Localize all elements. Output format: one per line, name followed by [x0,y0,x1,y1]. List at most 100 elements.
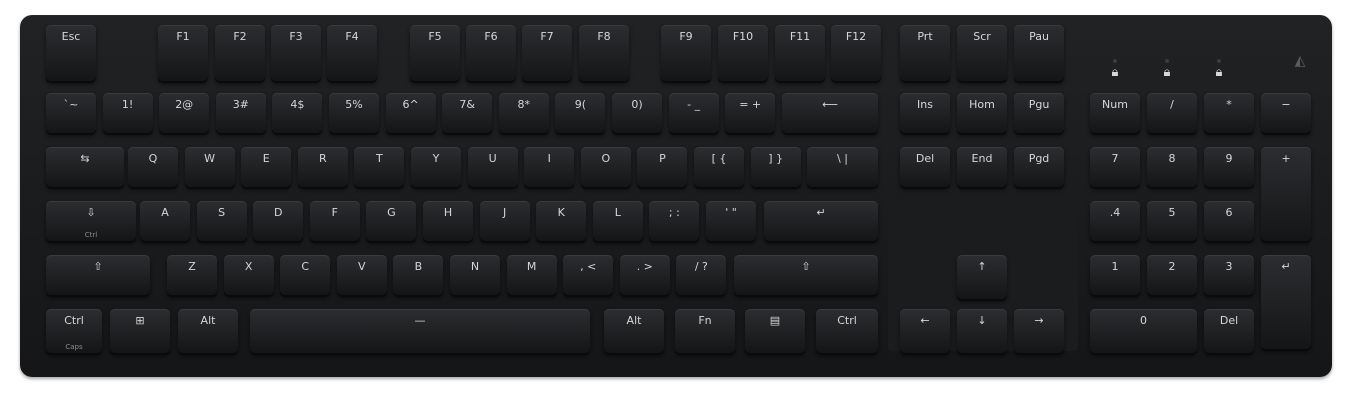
key-f3[interactable]: F3 [271,25,321,81]
key-ctrl-right[interactable]: Ctrl [816,309,878,353]
key-f2[interactable]: F2 [215,25,265,81]
key-q-row-0[interactable]: Q [128,147,178,187]
key-f10[interactable]: F10 [718,25,768,81]
key-numpad-r3-2[interactable]: 6 [1204,201,1254,241]
key-nav-top-0[interactable]: Prt [900,25,950,81]
key-q-row-5[interactable]: Y [411,147,461,187]
key-nav-bot-1[interactable]: End [957,147,1007,187]
key-a-row-8[interactable]: L [592,201,643,241]
key-arrow-right[interactable]: → [1014,309,1064,353]
key-numpad-r4-0[interactable]: 1 [1090,255,1140,295]
key-z-row-3[interactable]: V [336,255,387,295]
key-esc[interactable]: Esc [46,25,96,81]
key-numpad-r3-0[interactable]: .4 [1090,201,1140,241]
key-alt-right[interactable]: Alt [604,309,664,353]
key-nav-top-2[interactable]: Pau [1014,25,1064,81]
key-numpad-enter[interactable]: ↵ [1261,255,1311,349]
key-numpad-r4-1[interactable]: 2 [1147,255,1197,295]
key-q-row-10[interactable]: [ { [694,147,744,187]
key-enter[interactable]: ↵ [764,201,878,241]
key-q-row-8[interactable]: O [580,147,631,187]
key-nav-mid-2[interactable]: Pgu [1014,93,1064,133]
key-number-5[interactable]: 5% [329,93,379,133]
key-numpad-r4-2[interactable]: 3 [1204,255,1254,295]
key-number-4[interactable]: 4$ [272,93,323,133]
key-number-12[interactable]: = + [725,93,776,133]
key-q-row-7[interactable]: I [524,147,575,187]
key-z-row-1[interactable]: X [223,255,274,295]
key-nav-mid-0[interactable]: Ins [900,93,950,133]
key-menu[interactable]: ▤ [745,309,805,353]
key-f6[interactable]: F6 [466,25,516,81]
key-numpad-r1-2[interactable]: * [1204,93,1254,133]
key-z-row-0[interactable]: Z [167,255,217,295]
key-numpad-zero[interactable]: 0 [1090,309,1197,353]
key-a-row-6[interactable]: J [479,201,530,241]
key-alt-left[interactable]: Alt [178,309,238,353]
key-backslash[interactable]: \ | [807,147,878,187]
key-q-row-1[interactable]: W [184,147,235,187]
key-f7[interactable]: F7 [522,25,572,81]
key-tab[interactable]: ⇆ [46,147,124,187]
key-win[interactable]: ⊞ [110,309,170,353]
key-z-row-8[interactable]: . > [619,255,670,295]
key-number-10[interactable]: 0) [612,93,662,133]
key-number-11[interactable]: - _ [668,93,719,133]
key-a-row-1[interactable]: S [196,201,247,241]
key-caps[interactable]: ⇩ Ctrl [46,201,136,241]
key-z-row-6[interactable]: M [506,255,557,295]
key-nav-top-1[interactable]: Scr [957,25,1007,81]
key-arrow-up[interactable]: ↑ [957,255,1007,299]
key-numpad-r1-0[interactable]: Num [1090,93,1140,133]
key-number-9[interactable]: 9( [555,93,606,133]
key-numpad-plus[interactable]: + [1261,147,1311,241]
key-a-row-9[interactable]: ; : [649,201,700,241]
key-shift-left[interactable]: ⇧ [46,255,150,295]
key-fn[interactable]: Fn [675,309,735,353]
key-ctrl-left[interactable]: Ctrl Caps [46,309,102,353]
key-number-6[interactable]: 6^ [385,93,436,133]
key-arrow-down[interactable]: ↓ [957,309,1007,353]
key-a-row-5[interactable]: H [423,201,473,241]
key-arrow-left[interactable]: ← [900,309,950,353]
key-f4[interactable]: F4 [327,25,377,81]
key-z-row-4[interactable]: B [393,255,444,295]
key-f11[interactable]: F11 [775,25,825,81]
key-f12[interactable]: F12 [831,25,881,81]
key-number-2[interactable]: 2@ [159,93,210,133]
key-numpad-r1-1[interactable]: / [1147,93,1197,133]
key-a-row-2[interactable]: D [253,201,304,241]
key-numpad-r2-2[interactable]: 9 [1204,147,1254,187]
key-q-row-4[interactable]: T [354,147,405,187]
key-q-row-3[interactable]: R [297,147,348,187]
key-q-row-11[interactable]: ] } [750,147,801,187]
key-number-7[interactable]: 7& [442,93,493,133]
key-q-row-9[interactable]: P [637,147,688,187]
key-a-row-10[interactable]: ' " [706,201,756,241]
key-a-row-3[interactable]: F [309,201,360,241]
key-nav-bot-2[interactable]: Pgd [1014,147,1064,187]
key-numpad-r1-3[interactable]: − [1261,93,1311,133]
key-f1[interactable]: F1 [158,25,208,81]
key-nav-mid-1[interactable]: Hom [957,93,1007,133]
key-shift-right[interactable]: ⇧ [734,255,878,295]
key-z-row-9[interactable]: / ? [676,255,727,295]
key-q-row-2[interactable]: E [241,147,292,187]
key-number-1[interactable]: 1! [102,93,153,133]
key-q-row-6[interactable]: U [467,147,518,187]
key-z-row-7[interactable]: , < [563,255,614,295]
key-f5[interactable]: F5 [410,25,460,81]
key-numpad-r2-1[interactable]: 8 [1147,147,1197,187]
key-f8[interactable]: F8 [579,25,629,81]
key-z-row-2[interactable]: C [280,255,331,295]
key-f9[interactable]: F9 [661,25,711,81]
key-number-3[interactable]: 3# [215,93,266,133]
key-a-row-0[interactable]: A [140,201,190,241]
key-nav-bot-0[interactable]: Del [900,147,950,187]
key-space[interactable]: — [250,309,590,353]
key-z-row-5[interactable]: N [450,255,500,295]
key-a-row-7[interactable]: K [536,201,587,241]
key-numpad-r2-0[interactable]: 7 [1090,147,1140,187]
key-a-row-4[interactable]: G [366,201,417,241]
key-numpad-r3-1[interactable]: 5 [1147,201,1197,241]
